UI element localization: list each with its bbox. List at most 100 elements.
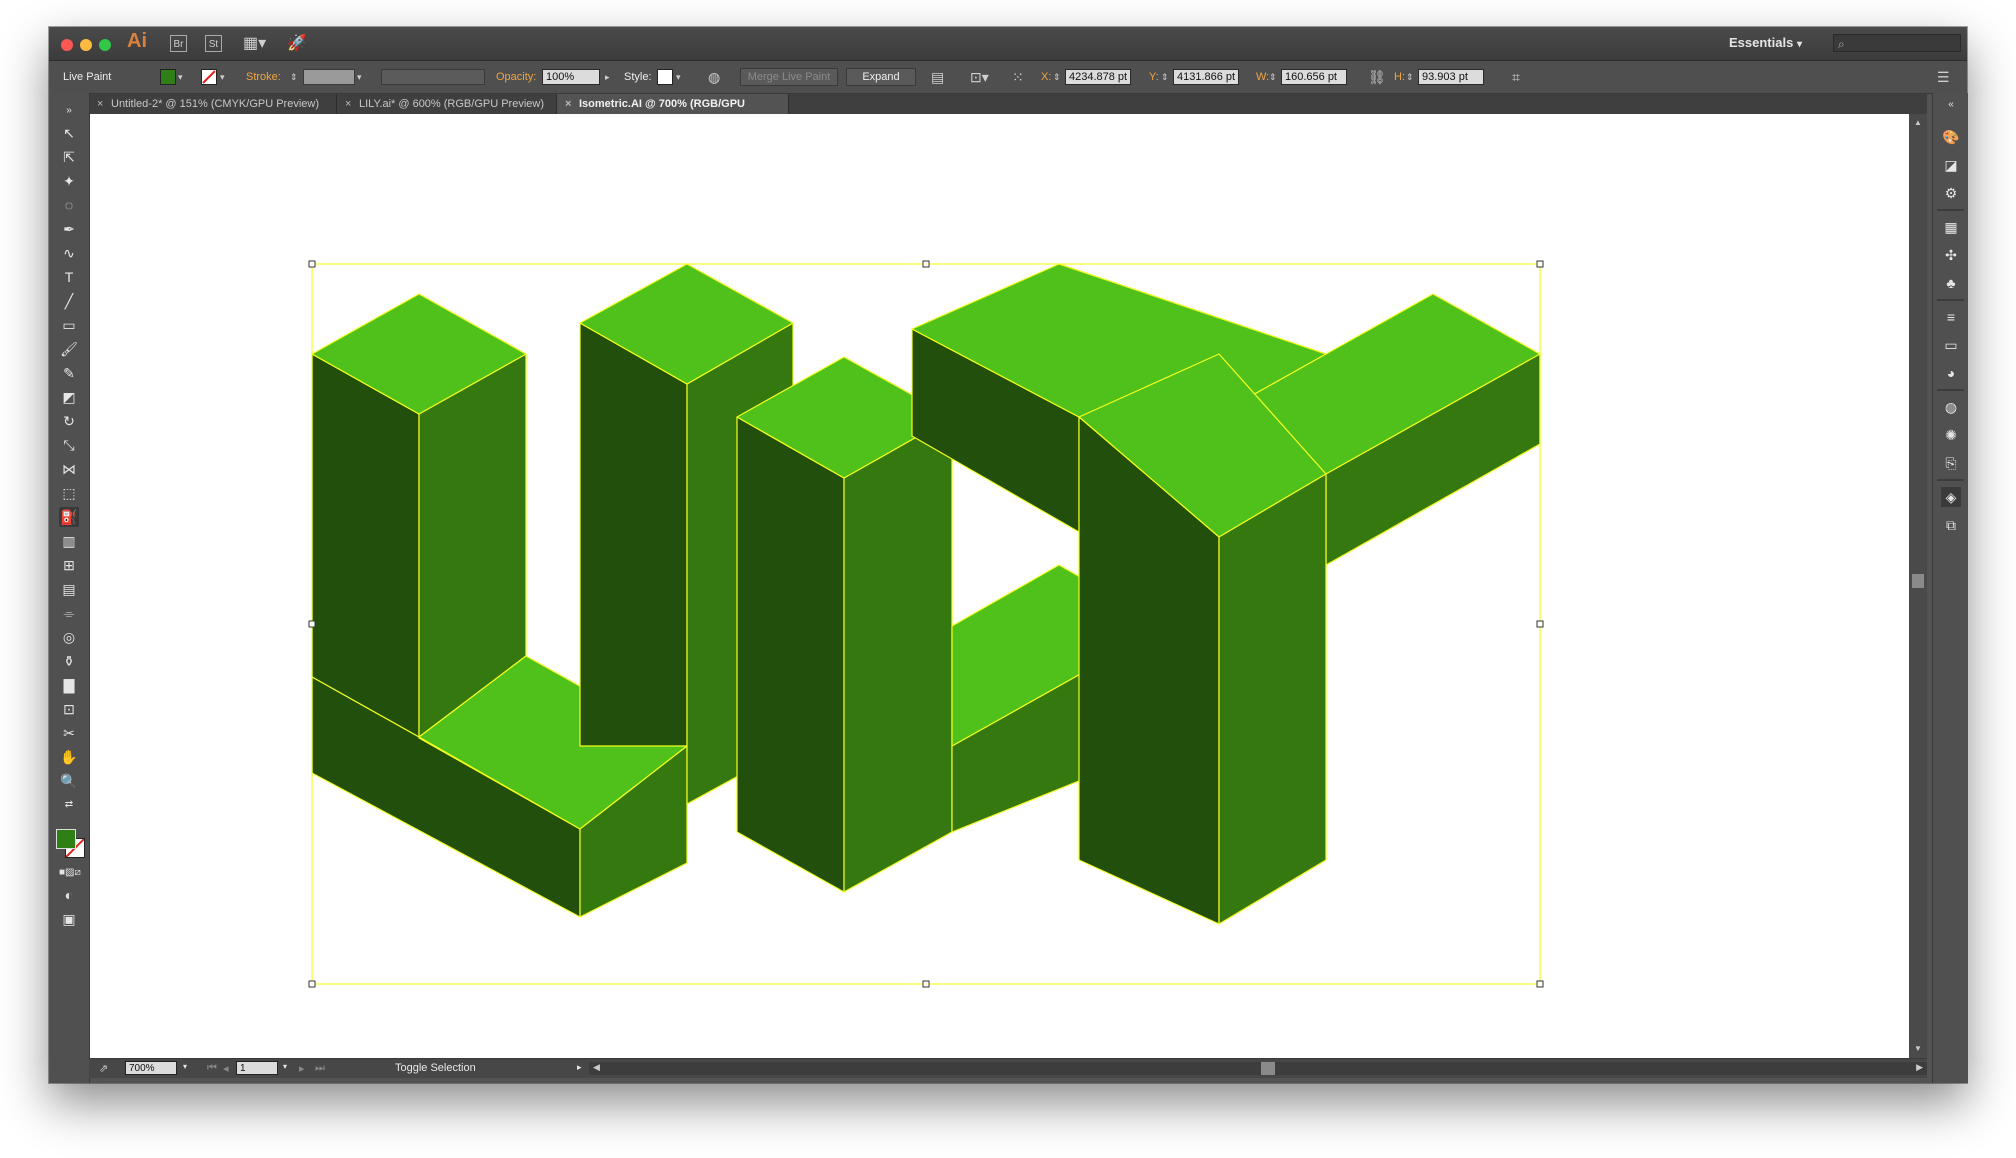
stroke-label[interactable]: Stroke: — [246, 71, 281, 83]
stroke-dropdown-icon[interactable]: ▾ — [220, 69, 225, 85]
variable-width-profile[interactable] — [381, 69, 485, 85]
asset-export-panel-icon[interactable]: ⎘ — [1941, 453, 1961, 473]
graphic-style-swatch[interactable] — [657, 69, 673, 85]
x-field[interactable]: 4234.878 pt — [1065, 69, 1131, 85]
pen-tool-icon[interactable]: ✒ — [59, 219, 79, 239]
panel-menu-icon[interactable]: ☰ — [1937, 69, 1950, 85]
gpu-performance-icon[interactable]: 🚀 — [287, 33, 307, 53]
vertical-scroll-thumb[interactable] — [1912, 574, 1924, 588]
scroll-left-icon[interactable]: ◀ — [593, 1062, 600, 1073]
artboard-tool-icon[interactable]: ⊡ — [59, 699, 79, 719]
curvature-tool-icon[interactable]: ∿ — [59, 243, 79, 263]
eraser-tool-icon[interactable]: ◩ — [59, 387, 79, 407]
color-panel-icon[interactable]: 🎨 — [1941, 127, 1961, 147]
lasso-tool-icon[interactable]: ◌ — [59, 195, 79, 215]
magic-wand-tool-icon[interactable]: ✦ — [59, 171, 79, 191]
blend-tool-icon[interactable]: ◎ — [59, 627, 79, 647]
rectangle-tool-icon[interactable]: ▭ — [59, 315, 79, 335]
rotate-tool-icon[interactable]: ↻ — [59, 411, 79, 431]
merge-live-paint-button[interactable]: Merge Live Paint — [740, 68, 838, 86]
y-stepper-icon[interactable]: ⇕ — [1161, 69, 1169, 85]
search-input[interactable]: ⌕ — [1833, 34, 1961, 52]
horizontal-scrollbar[interactable]: ◀ ▶ — [589, 1062, 1927, 1075]
artboard-number-field[interactable]: 1 — [236, 1061, 278, 1075]
stroke-swatch[interactable] — [201, 69, 217, 85]
share-icon[interactable]: ⇗ — [99, 1062, 108, 1075]
zoom-field[interactable]: 700% — [125, 1061, 177, 1075]
w-stepper-icon[interactable]: ⇕ — [1269, 69, 1277, 85]
type-tool-icon[interactable]: T — [59, 267, 79, 287]
hand-tool-icon[interactable]: ✋ — [59, 747, 79, 767]
fill-swatch[interactable] — [160, 69, 176, 85]
zoom-dropdown-icon[interactable]: ▾ — [183, 1062, 187, 1071]
line-tool-icon[interactable]: ╱ — [59, 291, 79, 311]
status-menu-icon[interactable]: ▸ — [577, 1062, 582, 1073]
previous-artboard-icon[interactable]: ◂ — [223, 1062, 229, 1075]
slice-tool-icon[interactable]: ✂ — [59, 723, 79, 743]
perspective-grid-tool-icon[interactable]: ▥ — [59, 531, 79, 551]
swatches-panel-icon[interactable]: ▦ — [1941, 217, 1961, 237]
recolor-artwork-icon[interactable]: ◍ — [708, 69, 720, 85]
first-artboard-icon[interactable]: ⏮ — [207, 1062, 217, 1075]
stroke-weight-field[interactable] — [303, 69, 355, 85]
appearance-panel-icon[interactable]: ◍ — [1941, 397, 1961, 417]
minimize-window-button[interactable] — [80, 39, 92, 51]
style-dropdown-icon[interactable]: ▾ — [676, 69, 681, 85]
opacity-field[interactable]: 100% — [542, 69, 600, 85]
last-artboard-icon[interactable]: ⏭ — [315, 1062, 325, 1075]
close-icon[interactable]: × — [97, 94, 103, 114]
artboard-canvas[interactable] — [90, 114, 1909, 1058]
symbols-panel-icon[interactable]: ♣ — [1941, 273, 1961, 293]
free-transform-tool-icon[interactable]: ⬚ — [59, 483, 79, 503]
bridge-button[interactable]: Br — [170, 35, 187, 52]
column-graph-tool-icon[interactable]: ▇ — [59, 675, 79, 695]
next-artboard-icon[interactable]: ▸ — [299, 1062, 305, 1075]
w-field[interactable]: 160.656 pt — [1281, 69, 1347, 85]
close-icon[interactable]: × — [565, 94, 571, 114]
y-field[interactable]: 4131.866 pt — [1173, 69, 1239, 85]
align-icon[interactable]: ⊡▾ — [970, 69, 989, 85]
scroll-up-icon[interactable]: ▲ — [1914, 118, 1922, 127]
live-paint-bucket-tool-icon[interactable]: ⛽ — [59, 507, 79, 527]
graphic-styles-panel-icon[interactable]: ✺ — [1941, 425, 1961, 445]
live-paint-options-icon[interactable]: ▤ — [931, 69, 944, 85]
zoom-tool-icon[interactable]: 🔍 — [59, 771, 79, 791]
stroke-stepper-icon[interactable]: ⇕ — [290, 69, 298, 85]
workspace-switcher[interactable]: Essentials ▾ — [1729, 35, 1802, 50]
scroll-right-icon[interactable]: ▶ — [1916, 1062, 1923, 1073]
vertical-scrollbar[interactable]: ▲ ▼ — [1909, 114, 1927, 1058]
cc-libraries-panel-icon[interactable]: ⚙ — [1941, 183, 1961, 203]
close-icon[interactable]: × — [345, 94, 351, 114]
opacity-flyout-icon[interactable]: ▸ — [605, 69, 610, 85]
h-field[interactable]: 93.903 pt — [1418, 69, 1484, 85]
stock-button[interactable]: St — [205, 35, 222, 52]
gradient-panel-icon[interactable]: ▭ — [1941, 335, 1961, 355]
width-tool-icon[interactable]: ⋈ — [59, 459, 79, 479]
constrain-proportions-icon[interactable]: ⛓ — [1368, 69, 1386, 85]
fill-color-swatch[interactable] — [56, 829, 76, 849]
horizontal-scroll-thumb[interactable] — [1261, 1062, 1275, 1075]
h-stepper-icon[interactable]: ⇕ — [1406, 69, 1414, 85]
artboard-dropdown-icon[interactable]: ▾ — [283, 1062, 287, 1071]
transform-each-icon[interactable]: ⌗ — [1512, 69, 1520, 85]
reference-point-icon[interactable]: ⁙ — [1012, 69, 1024, 85]
transparency-panel-icon[interactable]: ◕ — [1941, 363, 1961, 383]
scale-tool-icon[interactable]: ⤡ — [59, 435, 79, 455]
tab-untitled-2[interactable]: × Untitled-2* @ 151% (CMYK/GPU Preview) — [89, 94, 337, 114]
brushes-panel-icon[interactable]: ✣ — [1941, 245, 1961, 265]
arrange-documents-icon[interactable]: ▦▾ — [243, 33, 266, 53]
tab-lily[interactable]: × LILY.ai* @ 600% (RGB/GPU Preview) — [337, 94, 557, 114]
direct-selection-tool-icon[interactable]: ⇱ — [59, 147, 79, 167]
collapse-dock-icon[interactable]: « — [1941, 95, 1961, 115]
expand-button[interactable]: Expand — [846, 68, 916, 86]
color-gradient-none-icon[interactable]: ■▨⧄ — [59, 863, 81, 883]
mesh-tool-icon[interactable]: ⊞ — [59, 555, 79, 575]
tab-isometric[interactable]: ×Isometric.AI @ 700% (RGB/GPU Preview) — [557, 94, 789, 130]
stroke-panel-icon[interactable]: ≡ — [1941, 307, 1961, 327]
paintbrush-tool-icon[interactable]: 🖌 — [59, 339, 79, 359]
close-window-button[interactable] — [61, 39, 73, 51]
screen-mode-icon[interactable]: ▣ — [59, 909, 79, 929]
color-guide-panel-icon[interactable]: ◪ — [1941, 155, 1961, 175]
selection-tool-icon[interactable]: ↖ — [59, 123, 79, 143]
x-stepper-icon[interactable]: ⇕ — [1053, 69, 1061, 85]
